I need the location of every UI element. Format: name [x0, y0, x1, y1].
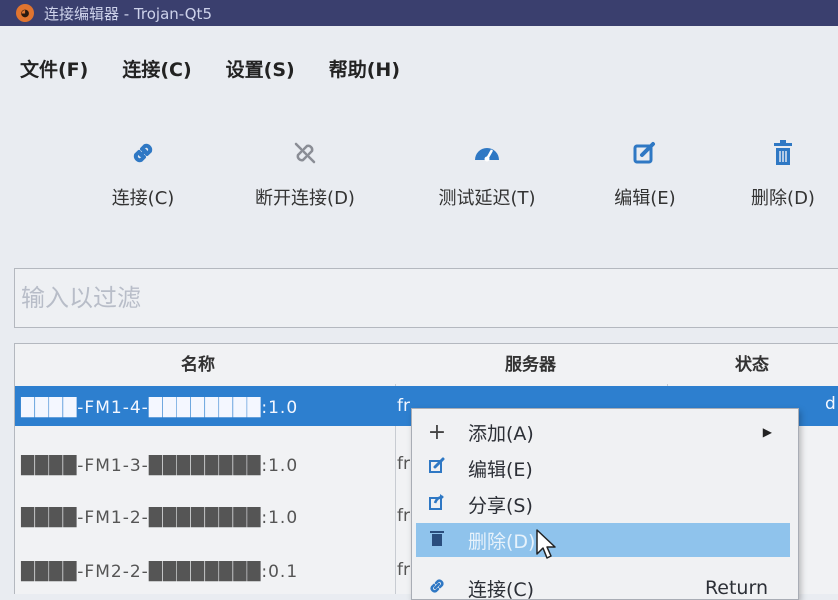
ctx-share[interactable]: 分享(S): [416, 487, 790, 521]
row-name: ████-FM2-2-████████:0.1: [21, 562, 298, 582]
trash-icon: [708, 140, 838, 170]
ctx-add[interactable]: + 添加(A) ▶: [416, 415, 790, 449]
plus-icon: +: [416, 420, 458, 445]
delete-button[interactable]: 删除(D): [708, 140, 838, 210]
ctx-connect-shortcut: Return: [705, 577, 768, 599]
row-server: fr: [397, 560, 410, 580]
row-name: ████-FM1-3-████████:1.0: [21, 456, 298, 476]
unlink-icon: [230, 140, 380, 170]
toolbar: 连接(C) 断开连接(D) 测试延迟(T) 编辑(E) 删除(D): [0, 140, 838, 220]
header-server[interactable]: 服务器: [505, 350, 556, 375]
mouse-cursor-icon: [535, 528, 559, 562]
ctx-edit-label: 编辑(E): [468, 455, 533, 482]
disconnect-button[interactable]: 断开连接(D): [230, 140, 380, 210]
menu-settings[interactable]: 设置(S): [226, 55, 295, 82]
ctx-edit[interactable]: 编辑(E): [416, 451, 790, 485]
edit-button[interactable]: 编辑(E): [570, 140, 720, 210]
window-title: 连接编辑器 - Trojan-Qt5: [44, 3, 212, 24]
menu-help[interactable]: 帮助(H): [329, 55, 400, 82]
ctx-connect-label: 连接(C): [468, 575, 534, 600]
app-icon: ◕: [16, 4, 34, 22]
test-latency-label: 测试延迟(T): [412, 184, 562, 210]
filter-input[interactable]: [15, 269, 838, 327]
edit-icon: [416, 457, 458, 480]
submenu-arrow-icon: ▶: [763, 425, 772, 439]
row-server: fr: [397, 506, 410, 526]
ctx-add-label: 添加(A): [468, 419, 534, 446]
link-icon: [416, 577, 458, 600]
header-status[interactable]: 状态: [735, 350, 769, 375]
delete-label: 删除(D): [708, 184, 838, 210]
connect-button[interactable]: 连接(C): [68, 140, 218, 210]
test-latency-button[interactable]: 测试延迟(T): [412, 140, 562, 210]
row-server: fr: [397, 454, 410, 474]
edit-icon: [570, 140, 720, 170]
context-menu: + 添加(A) ▶ 编辑(E) 分享(S) 删除(D) 连接(C) Return: [411, 408, 799, 600]
ctx-delete[interactable]: 删除(D): [416, 523, 790, 557]
title-bar: ◕ 连接编辑器 - Trojan-Qt5: [0, 0, 838, 26]
disconnect-label: 断开连接(D): [230, 184, 380, 210]
ctx-connect[interactable]: 连接(C) Return: [416, 571, 790, 600]
ctx-share-label: 分享(S): [468, 491, 533, 518]
trash-icon: [416, 529, 458, 552]
edit-label: 编辑(E): [570, 184, 720, 210]
menu-file[interactable]: 文件(F): [20, 55, 88, 82]
filter-box: [14, 268, 838, 328]
menu-bar: 文件(F) 连接(C) 设置(S) 帮助(H): [0, 40, 838, 96]
menu-connection[interactable]: 连接(C): [122, 55, 191, 82]
speedometer-icon: [412, 140, 562, 170]
row-name: ████-FM1-4-████████:1.0: [21, 398, 298, 418]
ctx-delete-label: 删除(D): [468, 527, 535, 554]
table-header: 名称 服务器 状态: [15, 344, 838, 384]
row-status: d: [825, 394, 836, 414]
link-icon: [68, 140, 218, 170]
header-name[interactable]: 名称: [181, 350, 215, 375]
row-name: ████-FM1-2-████████:1.0: [21, 508, 298, 528]
connect-label: 连接(C): [68, 184, 218, 210]
row-server: fr: [397, 396, 410, 416]
share-icon: [416, 493, 458, 516]
